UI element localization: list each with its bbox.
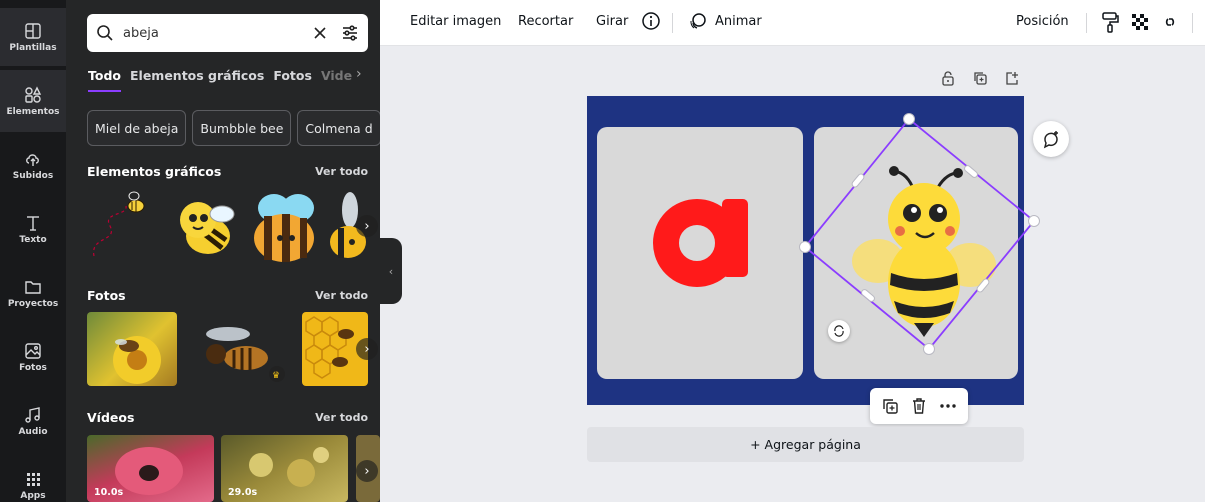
- rail-item-photos[interactable]: Fotos: [0, 328, 66, 386]
- collapse-panel-button[interactable]: ‹: [380, 238, 402, 304]
- video-duration: 10.0s: [94, 487, 124, 498]
- more-options-icon[interactable]: [939, 397, 957, 415]
- search-box[interactable]: [87, 14, 368, 52]
- resize-handle-top[interactable]: [903, 113, 915, 125]
- toolbar-divider: [1192, 13, 1193, 33]
- animate-icon[interactable]: [688, 11, 708, 35]
- chip-honey[interactable]: Miel de abeja: [87, 110, 187, 146]
- page-tools: [940, 70, 1020, 90]
- rail-item-text[interactable]: Texto: [0, 200, 66, 258]
- tab-photos[interactable]: Fotos: [273, 68, 312, 92]
- crop-button[interactable]: Recortar: [518, 14, 573, 29]
- rail-item-label: Apps: [20, 490, 46, 501]
- rail-item-uploads[interactable]: Subidos: [0, 136, 66, 194]
- apps-grid-icon: [27, 472, 40, 486]
- clear-icon[interactable]: [310, 23, 330, 43]
- music-icon: [25, 406, 40, 423]
- element-context-toolbar: [870, 388, 968, 424]
- search-input[interactable]: [123, 25, 310, 41]
- canvas-scrollbar[interactable]: [402, 494, 1205, 502]
- graphic-cute-bee[interactable]: [168, 190, 240, 262]
- video-poppy[interactable]: 10.0s: [87, 435, 214, 502]
- graphic-round-bee[interactable]: [248, 190, 318, 262]
- videos-next-icon[interactable]: ›: [356, 460, 378, 482]
- section-title-videos: Vídeos: [87, 410, 135, 425]
- section-title-photos: Fotos: [87, 288, 126, 303]
- left-rail: Plantillas Elementos Subidos Texto Proye…: [0, 0, 66, 502]
- letter-a[interactable]: [649, 179, 759, 289]
- trash-icon[interactable]: [910, 397, 928, 415]
- svg-text:♛: ♛: [272, 371, 280, 381]
- comment-plus-icon: [1043, 131, 1058, 149]
- photos-next-icon[interactable]: ›: [356, 338, 378, 360]
- rail-item-label: Proyectos: [7, 298, 59, 309]
- add-page-icon[interactable]: [1004, 70, 1020, 90]
- letter-card[interactable]: a: [597, 127, 803, 379]
- edit-image-button[interactable]: Editar imagen: [410, 14, 501, 29]
- resize-handle-right[interactable]: [1028, 215, 1040, 227]
- toolbar-divider: [672, 13, 673, 33]
- transparency-icon[interactable]: [1130, 12, 1150, 36]
- upload-cloud-icon: [26, 153, 39, 166]
- graphic-bee-trail[interactable]: [88, 186, 152, 264]
- animate-button[interactable]: Animar: [715, 14, 762, 29]
- see-all-graphics[interactable]: Ver todo: [315, 165, 368, 178]
- resize-handle-left[interactable]: [799, 241, 811, 253]
- rail-item-label: Plantillas: [9, 42, 57, 53]
- top-toolbar: Editar imagen Recortar Girar Animar Posi…: [380, 0, 1205, 46]
- rail-item-projects[interactable]: Proyectos: [0, 264, 66, 322]
- rail-item-label: Subidos: [12, 170, 54, 181]
- rail-item-apps[interactable]: Apps: [0, 456, 66, 502]
- tab-graphics[interactable]: Elementos gráficos: [130, 68, 264, 92]
- rail-item-label: Elementos: [6, 106, 60, 117]
- graphics-next-icon[interactable]: ›: [356, 215, 378, 237]
- rail-item-label: Texto: [19, 234, 47, 245]
- selection-box[interactable]: [800, 114, 1040, 354]
- photo-icon: [25, 342, 41, 359]
- flip-button[interactable]: Girar: [596, 14, 628, 29]
- add-comment-button[interactable]: [1033, 121, 1069, 157]
- rail-item-elements[interactable]: Elementos: [0, 70, 66, 132]
- video-duration: 29.0s: [228, 487, 258, 498]
- rail-item-audio[interactable]: Audio: [0, 392, 66, 450]
- text-icon: [27, 215, 39, 231]
- search-icon: [95, 23, 115, 43]
- tab-all[interactable]: Todo: [88, 68, 121, 92]
- suggestion-chips: Miel de abeja Bumbble bee Colmena d: [87, 110, 380, 146]
- filter-icon[interactable]: [340, 23, 360, 43]
- rotate-icon[interactable]: [828, 320, 850, 342]
- link-icon[interactable]: [1160, 12, 1180, 36]
- photo-honeybee[interactable]: ♛: [190, 312, 292, 386]
- template-icon: [25, 22, 41, 39]
- rail-item-templates[interactable]: Plantillas: [0, 8, 66, 66]
- video-flowers[interactable]: 29.0s: [221, 435, 348, 502]
- see-all-photos[interactable]: Ver todo: [315, 289, 368, 302]
- elements-panel: Todo Elementos gráficos Fotos Vide › Mie…: [66, 0, 380, 502]
- photo-bee-flower[interactable]: [87, 312, 177, 386]
- filter-tabs: Todo Elementos gráficos Fotos Vide: [88, 68, 378, 92]
- rail-item-label: Fotos: [19, 362, 47, 373]
- see-all-videos[interactable]: Ver todo: [315, 411, 368, 424]
- chip-hive[interactable]: Colmena d: [297, 110, 380, 146]
- chip-bumblebee[interactable]: Bumbble bee: [192, 110, 292, 146]
- duplicate-icon[interactable]: [881, 397, 899, 415]
- info-icon[interactable]: [641, 11, 661, 35]
- rail-item-label: Audio: [18, 426, 48, 437]
- duplicate-page-icon[interactable]: [972, 70, 988, 90]
- tabs-next-icon[interactable]: ›: [356, 66, 362, 82]
- elements-icon: [25, 85, 42, 103]
- lock-icon[interactable]: [940, 70, 956, 90]
- section-title-graphics: Elementos gráficos: [87, 164, 222, 179]
- folder-icon: [25, 280, 41, 294]
- paint-format-icon[interactable]: [1100, 11, 1120, 37]
- resize-handle-bottom[interactable]: [923, 343, 935, 355]
- position-button[interactable]: Posición: [1016, 14, 1069, 29]
- add-page-button[interactable]: + Agregar página: [587, 427, 1024, 462]
- tab-videos[interactable]: Vide: [321, 68, 352, 92]
- toolbar-divider: [1086, 13, 1087, 33]
